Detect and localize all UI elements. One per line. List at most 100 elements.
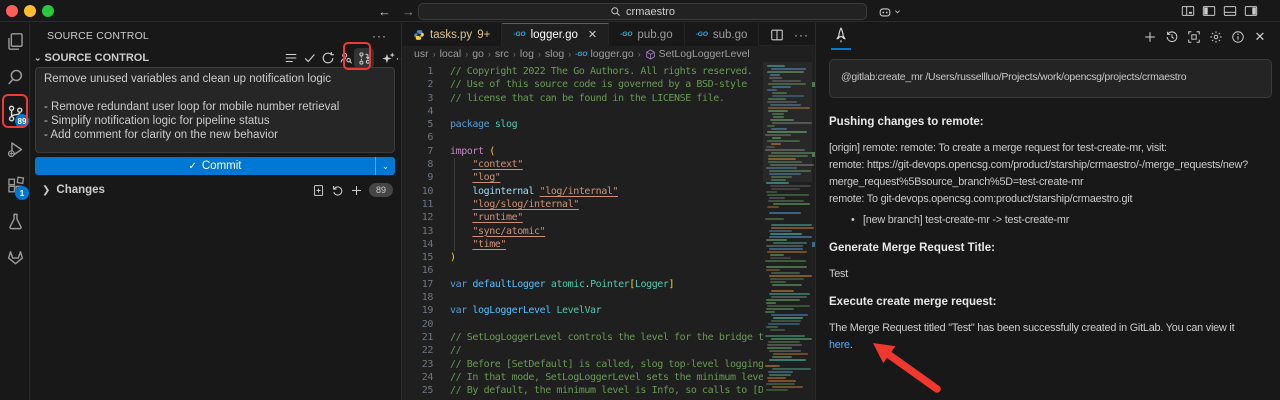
view-as-list-icon[interactable] <box>282 49 300 67</box>
activity-gitlab[interactable] <box>0 239 30 275</box>
search-icon <box>610 6 621 17</box>
here-link[interactable]: here <box>829 339 850 351</box>
nav-back-icon[interactable]: ← <box>378 4 391 19</box>
tab-label: logger.go <box>531 29 578 41</box>
line-number: 10 <box>402 185 433 198</box>
annotation-box-source-control <box>2 94 28 128</box>
tab-label: pub.go <box>637 29 672 41</box>
tab-sub-go[interactable]: -GO sub.go <box>685 23 760 46</box>
assistant-logo-icon[interactable] <box>833 27 849 45</box>
code-line: // By default, the minimum level is Info… <box>450 384 763 397</box>
activity-search[interactable] <box>0 59 30 95</box>
code-line <box>450 105 763 118</box>
activity-extensions[interactable]: 1 <box>0 167 30 203</box>
tab-pub-go[interactable]: -GO pub.go <box>609 23 684 46</box>
commit-dropdown-button[interactable]: ⌄ <box>375 157 395 175</box>
code-line: import ( <box>450 145 763 158</box>
editor-tabs: tasks.py 9+ -GO logger.go ✕ -GO pub.go -… <box>402 23 815 46</box>
breadcrumb-item[interactable]: SetLogLoggerLevel <box>645 48 750 60</box>
line-number: 15 <box>402 251 433 264</box>
breadcrumb-separator: › <box>568 49 571 59</box>
chat-user-message[interactable]: @gitlab:create_mr /Users/russellluo/Proj… <box>829 59 1272 98</box>
line-number: 25 <box>402 384 433 397</box>
gear-icon[interactable] <box>1208 29 1224 45</box>
stage-all-icon[interactable] <box>350 184 363 197</box>
breadcrumb-separator: › <box>638 49 641 59</box>
changes-count-badge: 89 <box>369 183 393 197</box>
line-number: 8 <box>402 158 433 171</box>
activity-explorer[interactable] <box>0 23 30 59</box>
customize-layout-icon[interactable] <box>1181 4 1195 18</box>
line-number: 2 <box>402 78 433 91</box>
code-line: "context" <box>450 158 763 171</box>
code-area[interactable]: 1234567891011121314151617181920212223242… <box>402 62 815 400</box>
tab-logger-go[interactable]: -GO logger.go ✕ <box>502 23 609 46</box>
tab-label: sub.go <box>713 29 748 41</box>
tab-tasks-py[interactable]: tasks.py 9+ <box>402 23 502 46</box>
go-icon: -GO <box>696 31 708 38</box>
close-window-button[interactable] <box>6 5 18 17</box>
close-tab-icon[interactable]: ✕ <box>588 28 597 41</box>
nav-forward-icon[interactable]: → <box>402 4 415 19</box>
source-control-sidebar: SOURCE CONTROL ··· ⌄ SOURCE CONTROL ··· … <box>30 23 402 400</box>
activity-run-debug[interactable] <box>0 131 30 167</box>
extensions-badge: 1 <box>15 186 29 200</box>
breadcrumb-item[interactable]: log <box>520 48 534 60</box>
code-line: // Copyright 2022 The Go Authors. All ri… <box>450 65 763 78</box>
frame-icon[interactable] <box>1186 29 1202 45</box>
new-chat-icon[interactable] <box>1142 29 1158 45</box>
commit-button[interactable]: ✓ Commit ⌄ <box>35 157 395 175</box>
minimap-viewport <box>763 62 812 182</box>
go-icon: -GO <box>620 31 632 38</box>
commit-check-icon[interactable] <box>301 49 319 67</box>
minimize-window-button[interactable] <box>24 5 36 17</box>
code-line: // license that can be found in the LICE… <box>450 92 763 105</box>
line-number: 4 <box>402 105 433 118</box>
breadcrumb-item[interactable]: go <box>472 48 484 60</box>
more-icon[interactable]: ··· <box>794 28 809 42</box>
copilot-icon <box>878 5 892 19</box>
info-icon[interactable] <box>1230 29 1246 45</box>
copilot-menu-button[interactable] <box>878 3 901 20</box>
command-center-search[interactable]: crmaestro <box>418 3 867 20</box>
titlebar: ← → crmaestro <box>0 0 1280 22</box>
code-line: ) <box>450 251 763 264</box>
breadcrumb-item[interactable]: src <box>495 48 509 60</box>
line-number: 16 <box>402 264 433 277</box>
chat-header: ✕ <box>816 23 1280 51</box>
line-number: 12 <box>402 211 433 224</box>
toggle-panel-icon[interactable] <box>1223 4 1237 18</box>
code-gutter: 1234567891011121314151617181920212223242… <box>402 65 433 397</box>
line-number: 11 <box>402 198 433 211</box>
toggle-sidebar-icon[interactable] <box>1202 4 1216 18</box>
breadcrumb-item[interactable]: slog <box>545 48 564 60</box>
branch-bullet: [new branch] test-create-mr -> test-crea… <box>863 212 1272 229</box>
line-number: 7 <box>402 145 433 158</box>
toggle-secondary-sidebar-icon[interactable] <box>1244 4 1258 18</box>
split-editor-icon[interactable] <box>770 28 784 42</box>
open-changes-icon[interactable] <box>312 184 325 197</box>
breadcrumb-item[interactable]: usr <box>414 48 429 60</box>
activity-testing[interactable] <box>0 203 30 239</box>
close-icon[interactable]: ✕ <box>1252 29 1268 45</box>
refresh-icon[interactable] <box>319 49 337 67</box>
breadcrumbs[interactable]: usr›local›go›src›log›slog›-GOlogger.go›S… <box>402 46 815 62</box>
zoom-window-button[interactable] <box>42 5 54 17</box>
breadcrumb-item[interactable]: -GOlogger.go <box>575 48 634 60</box>
commit-message-input[interactable]: Remove unused variables and clean up not… <box>35 67 395 153</box>
code-line: // SetLogLoggerLevel controls the level … <box>450 331 763 344</box>
annotation-box-merge-request-icon <box>343 42 371 70</box>
code-line: package slog <box>450 118 763 131</box>
line-number: 21 <box>402 331 433 344</box>
breadcrumb-item[interactable]: local <box>440 48 462 60</box>
history-icon[interactable] <box>1164 29 1180 45</box>
changes-section-header[interactable]: ❯ Changes 89 <box>30 181 401 199</box>
symbol-method-icon <box>645 49 656 60</box>
more-actions-icon[interactable]: ··· <box>372 29 387 43</box>
breadcrumb-separator: › <box>488 49 491 59</box>
code-line: // In that mode, SetLogLoggerLevel sets … <box>450 371 763 384</box>
line-number: 19 <box>402 304 433 317</box>
changes-label: Changes <box>56 184 105 196</box>
code-line: var logLoggerLevel LevelVar <box>450 304 763 317</box>
discard-changes-icon[interactable] <box>331 184 344 197</box>
